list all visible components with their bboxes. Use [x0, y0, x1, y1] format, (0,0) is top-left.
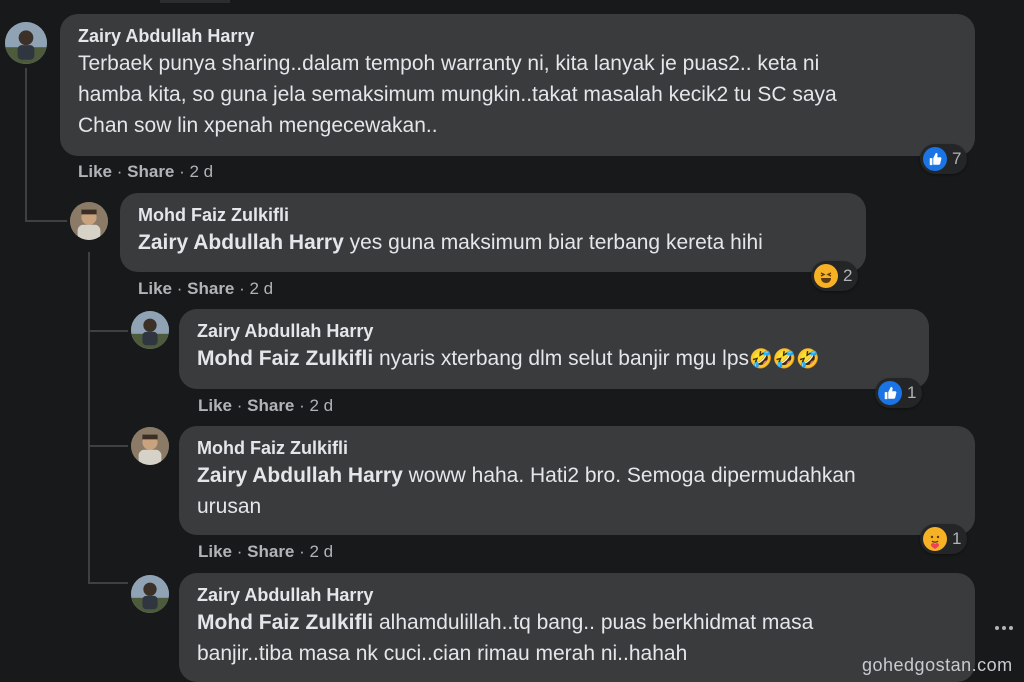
comment-text: Mohd Faiz Zulkifli alhamdulillah..tq ban…	[197, 607, 957, 638]
comment-author[interactable]: Mohd Faiz Zulkifli	[138, 203, 848, 227]
comment-bubble: Zairy Abdullah Harry Mohd Faiz Zulkifli …	[179, 573, 975, 682]
comment-author[interactable]: Zairy Abdullah Harry	[197, 319, 911, 343]
comment-text-body: woww haha. Hati2 bro. Semoga dipermudahk…	[408, 464, 856, 487]
laughing-face-icon	[814, 264, 838, 288]
care-face-icon	[923, 527, 947, 551]
comment-text: Zairy Abdullah Harry yes guna maksimum b…	[138, 227, 848, 258]
like-button[interactable]: Like	[138, 279, 172, 298]
comment-text-line: Terbaek punya sharing..dalam tempoh warr…	[78, 52, 820, 75]
comment-text: Zairy Abdullah Harry woww haha. Hati2 br…	[197, 460, 957, 491]
avatar[interactable]	[131, 427, 169, 465]
reaction-summary[interactable]: 1	[920, 524, 968, 554]
thread-line-replies	[88, 252, 90, 582]
comment-bubble: Mohd Faiz Zulkifli Zairy Abdullah Harry …	[120, 193, 866, 272]
mention-link[interactable]: Zairy Abdullah Harry	[197, 464, 403, 487]
comment-text-line: Chan sow lin xpenah mengecewakan..	[78, 114, 438, 137]
comment-actions: Like · Share · 2 d	[138, 279, 273, 299]
comment-text-line: urusan	[197, 495, 262, 518]
separator: ·	[234, 279, 250, 298]
separator: ·	[294, 542, 310, 561]
thread-line-main	[25, 68, 27, 188]
thumbs-up-icon	[923, 147, 947, 171]
rolling-laughing-emoji: 🤣🤣🤣	[749, 349, 820, 370]
comment-text-line: hamba kita, so guna jela semaksimum mung…	[78, 83, 837, 106]
separator: ·	[112, 162, 128, 181]
comment-text-body: yes guna maksimum biar terbang kereta hi…	[349, 231, 763, 254]
thread-line-reply-h1	[88, 330, 128, 332]
separator: ·	[172, 279, 188, 298]
comment-bubble: Mohd Faiz Zulkifli Zairy Abdullah Harry …	[179, 426, 975, 535]
comment-author[interactable]: Mohd Faiz Zulkifli	[197, 436, 957, 460]
like-button[interactable]: Like	[198, 542, 232, 561]
comment-author[interactable]: Zairy Abdullah Harry	[197, 583, 957, 607]
more-options-icon[interactable]	[992, 618, 1016, 638]
watermark: gohedgostan.com	[862, 655, 1013, 675]
reaction-summary[interactable]: 7	[920, 144, 968, 174]
separator: ·	[174, 162, 190, 181]
reaction-summary[interactable]: 1	[875, 378, 923, 408]
timestamp[interactable]: 2 d	[190, 162, 214, 181]
comment-actions: Like · Share · 2 d	[198, 396, 333, 416]
comment-bubble: Zairy Abdullah Harry Mohd Faiz Zulkifli …	[179, 309, 929, 389]
separator: ·	[232, 396, 248, 415]
share-button[interactable]: Share	[247, 542, 294, 561]
reaction-count: 1	[952, 529, 962, 548]
timestamp[interactable]: 2 d	[250, 279, 274, 298]
mention-link[interactable]: Zairy Abdullah Harry	[138, 231, 344, 254]
separator: ·	[232, 542, 248, 561]
comment-actions: Like · Share · 2 d	[198, 542, 333, 562]
avatar[interactable]	[70, 202, 108, 240]
comment-text-body: alhamdulillah..tq bang.. puas berkhidmat…	[379, 611, 814, 634]
reaction-count: 7	[952, 149, 962, 168]
thread-line-reply-h3	[88, 582, 128, 584]
reaction-count: 1	[907, 383, 917, 402]
mention-link[interactable]: Mohd Faiz Zulkifli	[197, 347, 373, 370]
separator: ·	[294, 396, 310, 415]
timestamp[interactable]: 2 d	[310, 396, 334, 415]
reaction-summary[interactable]: 2	[811, 261, 859, 291]
comment-actions: Like · Share · 2 d	[78, 162, 213, 182]
thread-line-branch-h	[25, 220, 67, 222]
avatar[interactable]	[131, 575, 169, 613]
share-button[interactable]: Share	[127, 162, 174, 181]
timestamp[interactable]: 2 d	[310, 542, 334, 561]
comment-text-line: banjir..tiba masa nk cuci..cian rimau me…	[197, 642, 688, 665]
share-button[interactable]: Share	[247, 396, 294, 415]
thumbs-up-icon	[878, 381, 902, 405]
thread-line-reply-h2	[88, 445, 128, 447]
comment-bubble: Zairy Abdullah Harry Terbaek punya shari…	[60, 14, 975, 156]
previous-comment-edge	[160, 0, 230, 3]
like-button[interactable]: Like	[198, 396, 232, 415]
thread-line-branch	[25, 188, 27, 220]
avatar[interactable]	[5, 22, 47, 64]
like-button[interactable]: Like	[78, 162, 112, 181]
comment-author[interactable]: Zairy Abdullah Harry	[78, 24, 957, 48]
share-button[interactable]: Share	[187, 279, 234, 298]
comment-text: Mohd Faiz Zulkifli nyaris xterbang dlm s…	[197, 343, 911, 375]
mention-link[interactable]: Mohd Faiz Zulkifli	[197, 611, 373, 634]
avatar[interactable]	[131, 311, 169, 349]
reaction-count: 2	[843, 266, 853, 285]
comment-text-body: nyaris xterbang dlm selut banjir mgu lps	[379, 347, 750, 370]
